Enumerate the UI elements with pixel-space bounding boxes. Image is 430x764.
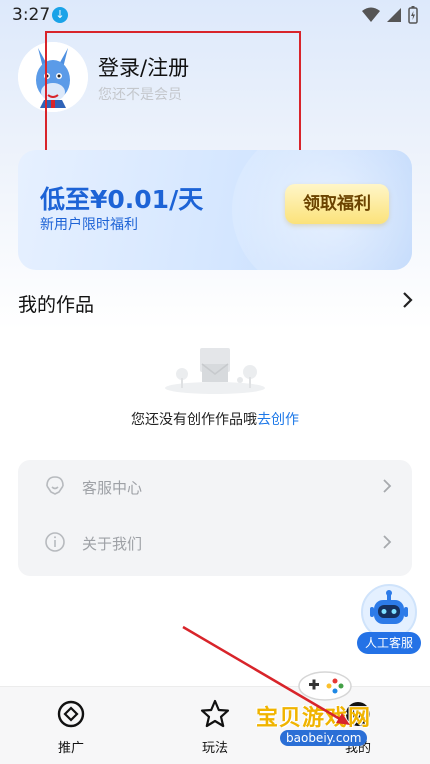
empty-works-illustration <box>165 348 265 394</box>
go-create-link[interactable]: 去创作 <box>257 412 299 428</box>
status-bar: 3:27 ↓ <box>0 0 430 30</box>
empty-works-message: 您还没有创作作品哦去创作 <box>0 409 430 429</box>
tab-label: 推广 <box>57 741 84 756</box>
tab-label: 玩法 <box>201 741 228 756</box>
signal-icon <box>387 8 401 22</box>
robot-icon <box>370 590 408 624</box>
chevron-right-icon <box>383 479 392 493</box>
info-icon <box>45 532 65 552</box>
promo-banner[interactable]: 低至¥0.01/天 新用户限时福利 领取福利 <box>18 150 412 270</box>
my-works-title[interactable]: 我的作品 <box>18 290 94 317</box>
menu-item-customer-service[interactable]: 客服中心 <box>18 460 412 516</box>
claim-benefit-button[interactable]: 领取福利 <box>285 184 389 224</box>
headset-icon <box>46 476 64 495</box>
star-icon <box>200 699 230 728</box>
download-icon: ↓ <box>52 7 68 23</box>
watermark-url: baobeiy.com <box>280 730 368 746</box>
target-icon <box>57 700 85 728</box>
gamepad-icon <box>298 671 352 701</box>
chevron-right-icon <box>383 535 392 549</box>
annotation-box <box>45 31 301 166</box>
status-time: 3:27 <box>12 5 51 25</box>
menu-item-about-us[interactable]: 关于我们 <box>18 516 412 572</box>
promo-price: 低至¥0.01/天 <box>40 185 204 214</box>
chevron-right-icon[interactable] <box>402 290 414 310</box>
wifi-icon <box>362 7 380 22</box>
menu-card: 客服中心 关于我们 <box>18 460 412 576</box>
tab-promote[interactable]: 推广 <box>31 699 111 756</box>
live-support-label: 人工客服 <box>357 632 421 654</box>
live-support-button[interactable]: 人工客服 <box>357 584 421 656</box>
menu-item-label: 客服中心 <box>82 479 143 497</box>
battery-icon <box>408 6 418 24</box>
watermark-text: 宝贝游戏网 <box>256 706 372 731</box>
status-icons <box>362 6 418 24</box>
watermark: 宝贝游戏网 baobeiy.com <box>250 664 400 760</box>
tab-gameplay[interactable]: 玩法 <box>175 699 255 756</box>
menu-item-label: 关于我们 <box>82 535 143 553</box>
empty-works-text: 您还没有创作作品哦 <box>131 412 257 428</box>
promo-subtitle: 新用户限时福利 <box>40 217 138 233</box>
